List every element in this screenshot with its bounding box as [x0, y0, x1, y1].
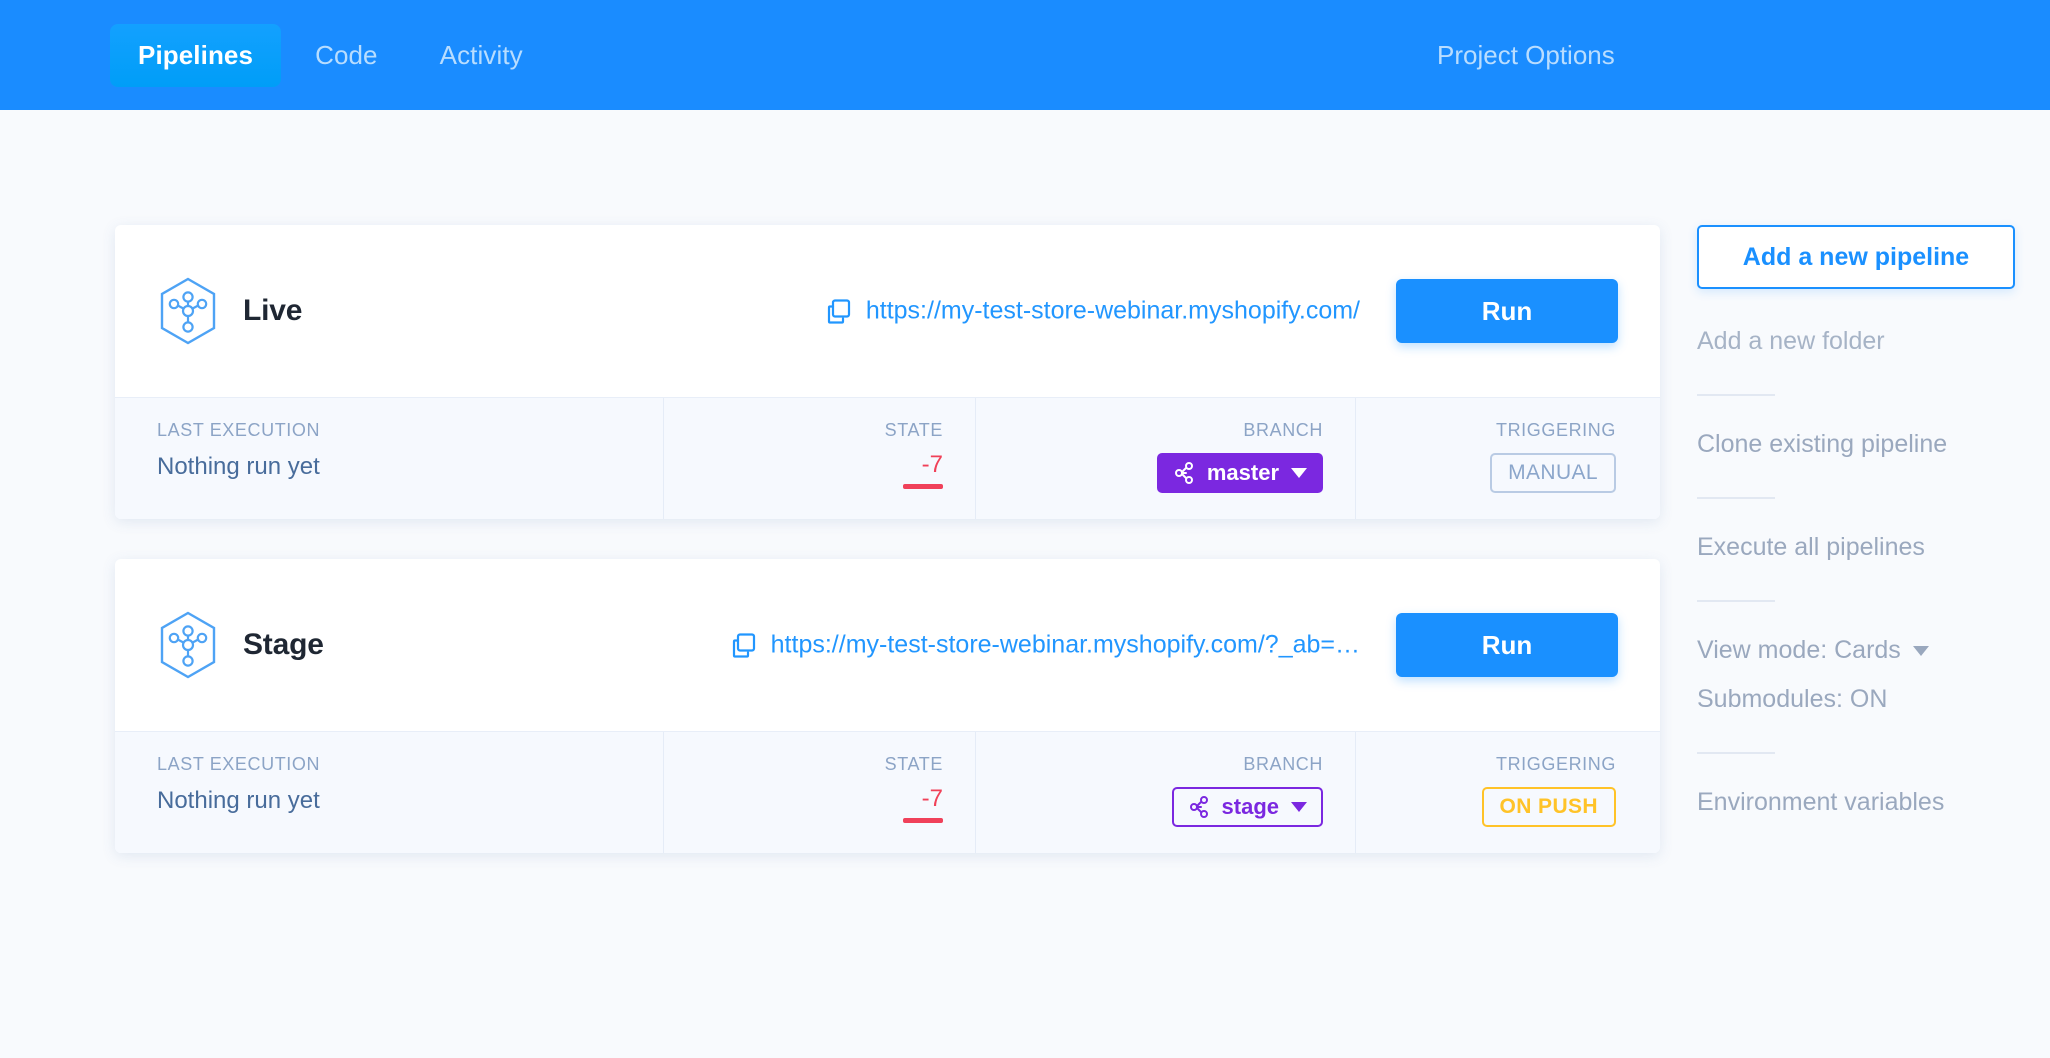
branch-name: stage	[1221, 794, 1279, 819]
pipeline-stats-row: LAST EXECUTION Nothing run yet STATE -7 …	[115, 397, 1660, 519]
run-button[interactable]: Run	[1396, 613, 1618, 677]
environment-variables-link[interactable]: Environment variables	[1697, 788, 1944, 817]
stat-value-state: -7	[921, 785, 943, 812]
pipeline-hexagon-icon	[160, 611, 216, 679]
chevron-down-icon	[1291, 802, 1307, 812]
submodules-row: Submodules: ON	[1697, 685, 2017, 714]
view-mode-row: View mode: Cards	[1697, 636, 2017, 665]
sidebar-divider	[1697, 752, 1775, 754]
stat-triggering: TRIGGERING ON PUSH	[1355, 732, 1658, 853]
branch-selector[interactable]: stage	[1171, 787, 1323, 827]
nav-right-group: Project Options	[1437, 0, 1615, 110]
nav-tabs: Pipelines Code Activity	[110, 23, 551, 87]
stat-label-branch: BRANCH	[1243, 420, 1323, 440]
pipeline-url-text[interactable]: https://my-test-store-webinar.myshopify.…	[771, 631, 1360, 660]
clone-existing-pipeline-link[interactable]: Clone existing pipeline	[1697, 430, 1947, 459]
pipeline-card-list: Live https://my-test-store-webinar.mysho…	[115, 225, 1660, 893]
project-options-link[interactable]: Project Options	[1437, 40, 1615, 71]
stat-last-execution: LAST EXECUTION Nothing run yet	[115, 398, 663, 519]
sidebar-divider	[1697, 600, 1775, 602]
stat-state: STATE -7	[663, 732, 975, 853]
pipeline-url-link[interactable]: https://my-test-store-webinar.myshopify.…	[826, 297, 1360, 326]
pipeline-name: Stage	[243, 628, 324, 661]
stat-value-last-execution: Nothing run yet	[157, 453, 320, 480]
git-branch-icon	[1189, 796, 1208, 818]
sidebar-divider	[1697, 394, 1775, 396]
tab-pipelines[interactable]: Pipelines	[110, 23, 282, 87]
stat-value-state: -7	[921, 451, 943, 478]
triggering-badge[interactable]: MANUAL	[1490, 453, 1616, 493]
tab-code[interactable]: Code	[287, 24, 406, 87]
tab-activity[interactable]: Activity	[412, 24, 551, 87]
stat-triggering: TRIGGERING MANUAL	[1355, 398, 1658, 519]
add-folder-row: Add a new folder	[1697, 327, 2017, 356]
branch-name: master	[1206, 460, 1279, 485]
add-new-folder-link[interactable]: Add a new folder	[1697, 327, 1885, 356]
copy-icon[interactable]	[731, 632, 757, 658]
clone-pipeline-row: Clone existing pipeline	[1697, 430, 2017, 459]
sidebar-divider	[1697, 497, 1775, 499]
pipeline-card-header: Live https://my-test-store-webinar.mysho…	[115, 225, 1660, 397]
add-new-pipeline-button[interactable]: Add a new pipeline	[1697, 225, 2015, 289]
pipeline-card: Live https://my-test-store-webinar.mysho…	[115, 225, 1660, 519]
git-branch-icon	[1174, 462, 1193, 484]
state-indicator-bar	[903, 818, 943, 823]
stat-last-execution: LAST EXECUTION Nothing run yet	[115, 732, 663, 853]
actions-sidebar: Add a new pipeline Add a new folder Clon…	[1697, 225, 2017, 837]
pipeline-url-link[interactable]: https://my-test-store-webinar.myshopify.…	[731, 631, 1360, 660]
stat-label-state: STATE	[884, 754, 943, 774]
stat-label-state: STATE	[884, 420, 943, 440]
environment-variables-row: Environment variables	[1697, 788, 2017, 817]
top-navigation-bar: Pipelines Code Activity Project Options	[0, 0, 2050, 110]
stat-label-last-execution: LAST EXECUTION	[157, 420, 321, 440]
stat-value-last-execution: Nothing run yet	[157, 787, 320, 814]
run-button[interactable]: Run	[1396, 279, 1618, 343]
pipeline-url-text[interactable]: https://my-test-store-webinar.myshopify.…	[866, 297, 1360, 326]
chevron-down-icon	[1291, 468, 1307, 478]
stat-state: STATE -7	[663, 398, 975, 519]
stat-label-last-execution: LAST EXECUTION	[157, 754, 321, 774]
stat-label-triggering: TRIGGERING	[1495, 754, 1616, 774]
execute-all-row: Execute all pipelines	[1697, 533, 2017, 562]
pipeline-card-header: Stage https://my-test-store-webinar.mysh…	[115, 559, 1660, 731]
branch-selector[interactable]: master	[1156, 453, 1323, 493]
copy-icon[interactable]	[826, 298, 852, 324]
execute-all-pipelines-link[interactable]: Execute all pipelines	[1697, 533, 1925, 562]
page-body: Live https://my-test-store-webinar.mysho…	[0, 110, 2050, 1058]
stat-branch: BRANCH master	[975, 398, 1355, 519]
view-mode-selector[interactable]: View mode: Cards	[1697, 636, 1929, 665]
pipeline-hexagon-icon	[160, 277, 216, 345]
triggering-badge[interactable]: ON PUSH	[1481, 787, 1616, 827]
state-indicator-bar	[903, 484, 943, 489]
stat-branch: BRANCH stage	[975, 732, 1355, 853]
view-mode-label: View mode: Cards	[1697, 636, 1901, 664]
pipeline-stats-row: LAST EXECUTION Nothing run yet STATE -7 …	[115, 731, 1660, 853]
chevron-down-icon	[1912, 645, 1929, 656]
stat-label-triggering: TRIGGERING	[1495, 420, 1616, 440]
submodules-toggle[interactable]: Submodules: ON	[1697, 685, 1887, 714]
pipeline-card: Stage https://my-test-store-webinar.mysh…	[115, 559, 1660, 853]
pipeline-name: Live	[243, 294, 303, 327]
stat-label-branch: BRANCH	[1243, 754, 1323, 774]
